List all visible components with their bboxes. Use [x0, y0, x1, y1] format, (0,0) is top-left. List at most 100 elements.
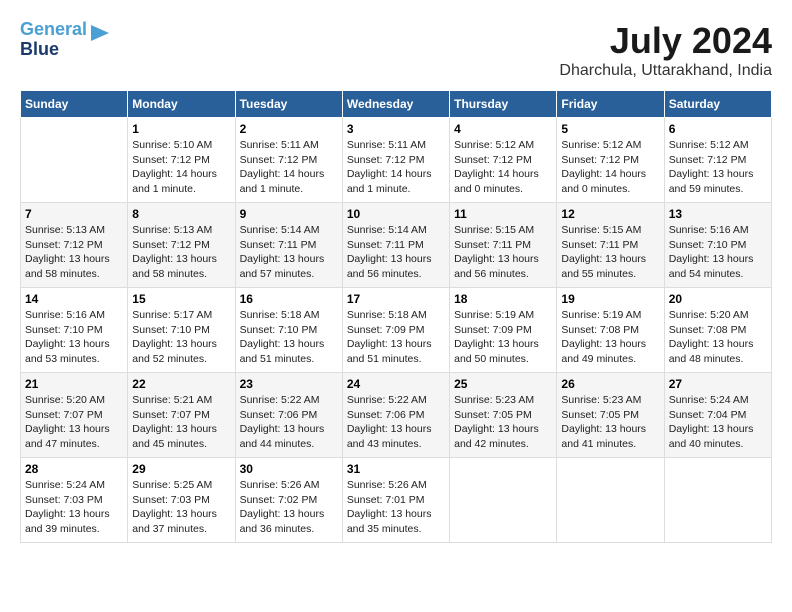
calendar-cell: 14 Sunrise: 5:16 AM Sunset: 7:10 PM Dayli… — [21, 288, 128, 373]
day-number: 31 — [347, 462, 445, 476]
calendar-week-row: 28Sunrise: 5:24 AM Sunset: 7:03 PM Dayli… — [21, 458, 772, 543]
day-number: 17 — [347, 292, 445, 306]
day-info: Sunrise: 5:14 AM Sunset: 7:11 PM Dayligh… — [347, 223, 445, 282]
day-number: 22 — [132, 377, 230, 391]
day-number: 1 — [132, 122, 230, 136]
calendar-week-row: 14 Sunrise: 5:16 AM Sunset: 7:10 PM Dayli… — [21, 288, 772, 373]
calendar-cell: 13 Sunrise: 5:16 AM Sunset: 7:10 PM Dayli… — [664, 203, 771, 288]
day-number: 21 — [25, 377, 123, 391]
calendar-cell: 26 Sunrise: 5:23 AM Sunset: 7:05 PM Dayli… — [557, 373, 664, 458]
col-header-monday: Monday — [128, 91, 235, 118]
calendar-cell: 2Sunrise: 5:11 AM Sunset: 7:12 PM Daylig… — [235, 118, 342, 203]
day-info: Sunrise: 5:13 AM Sunset: 7:12 PM Dayligh… — [25, 223, 123, 282]
day-number: 25 — [454, 377, 552, 391]
day-info: Sunrise: 5:24 AM Sunset: 7:04 PM Dayligh… — [669, 393, 767, 452]
calendar-week-row: 1 Sunrise: 5:10 AM Sunset: 7:12 PM Daylig… — [21, 118, 772, 203]
day-info: Sunrise: 5:11 AM Sunset: 7:12 PM Dayligh… — [240, 138, 338, 197]
day-info: Sunrise: 5:16 AM Sunset: 7:10 PM Dayligh… — [669, 223, 767, 282]
calendar-cell: 11 Sunrise: 5:15 AM Sunset: 7:11 PM Dayli… — [450, 203, 557, 288]
logo: GeneralBlue — [20, 20, 111, 60]
calendar-cell: 7 Sunrise: 5:13 AM Sunset: 7:12 PM Daylig… — [21, 203, 128, 288]
day-info: Sunrise: 5:21 AM Sunset: 7:07 PM Dayligh… — [132, 393, 230, 452]
day-info: Sunrise: 5:20 AM Sunset: 7:07 PM Dayligh… — [25, 393, 123, 452]
calendar-cell: 28Sunrise: 5:24 AM Sunset: 7:03 PM Dayli… — [21, 458, 128, 543]
day-number: 3 — [347, 122, 445, 136]
day-info: Sunrise: 5:15 AM Sunset: 7:11 PM Dayligh… — [561, 223, 659, 282]
day-info: Sunrise: 5:22 AM Sunset: 7:06 PM Dayligh… — [240, 393, 338, 452]
calendar-cell: 21 Sunrise: 5:20 AM Sunset: 7:07 PM Dayli… — [21, 373, 128, 458]
calendar-week-row: 7 Sunrise: 5:13 AM Sunset: 7:12 PM Daylig… — [21, 203, 772, 288]
month-title: July 2024 — [559, 20, 772, 62]
day-number: 16 — [240, 292, 338, 306]
calendar-cell: 5Sunrise: 5:12 AM Sunset: 7:12 PM Daylig… — [557, 118, 664, 203]
calendar-cell: 18 Sunrise: 5:19 AM Sunset: 7:09 PM Dayli… — [450, 288, 557, 373]
day-number: 18 — [454, 292, 552, 306]
logo-arrow-icon — [91, 23, 111, 43]
calendar-cell: 22 Sunrise: 5:21 AM Sunset: 7:07 PM Dayli… — [128, 373, 235, 458]
day-number: 14 — [25, 292, 123, 306]
day-number: 28 — [25, 462, 123, 476]
day-number: 23 — [240, 377, 338, 391]
calendar-cell: 3Sunrise: 5:11 AM Sunset: 7:12 PM Daylig… — [342, 118, 449, 203]
calendar-cell: 19Sunrise: 5:19 AM Sunset: 7:08 PM Dayli… — [557, 288, 664, 373]
day-info: Sunrise: 5:18 AM Sunset: 7:09 PM Dayligh… — [347, 308, 445, 367]
calendar-cell: 1 Sunrise: 5:10 AM Sunset: 7:12 PM Daylig… — [128, 118, 235, 203]
title-block: July 2024 Dharchula, Uttarakhand, India — [559, 20, 772, 80]
calendar-header-row: SundayMondayTuesdayWednesdayThursdayFrid… — [21, 91, 772, 118]
day-info: Sunrise: 5:18 AM Sunset: 7:10 PM Dayligh… — [240, 308, 338, 367]
calendar-cell: 25 Sunrise: 5:23 AM Sunset: 7:05 PM Dayli… — [450, 373, 557, 458]
day-number: 24 — [347, 377, 445, 391]
day-info: Sunrise: 5:16 AM Sunset: 7:10 PM Dayligh… — [25, 308, 123, 367]
day-number: 13 — [669, 207, 767, 221]
calendar-cell: 29 Sunrise: 5:25 AM Sunset: 7:03 PM Dayli… — [128, 458, 235, 543]
day-number: 19 — [561, 292, 659, 306]
day-info: Sunrise: 5:10 AM Sunset: 7:12 PM Dayligh… — [132, 138, 230, 197]
col-header-saturday: Saturday — [664, 91, 771, 118]
day-number: 15 — [132, 292, 230, 306]
day-info: Sunrise: 5:12 AM Sunset: 7:12 PM Dayligh… — [454, 138, 552, 197]
calendar-cell: 10 Sunrise: 5:14 AM Sunset: 7:11 PM Dayli… — [342, 203, 449, 288]
day-number: 27 — [669, 377, 767, 391]
calendar-cell: 30 Sunrise: 5:26 AM Sunset: 7:02 PM Dayli… — [235, 458, 342, 543]
calendar-cell — [450, 458, 557, 543]
day-info: Sunrise: 5:22 AM Sunset: 7:06 PM Dayligh… — [347, 393, 445, 452]
day-info: Sunrise: 5:12 AM Sunset: 7:12 PM Dayligh… — [561, 138, 659, 197]
calendar-week-row: 21 Sunrise: 5:20 AM Sunset: 7:07 PM Dayli… — [21, 373, 772, 458]
col-header-tuesday: Tuesday — [235, 91, 342, 118]
day-number: 10 — [347, 207, 445, 221]
day-number: 11 — [454, 207, 552, 221]
day-info: Sunrise: 5:23 AM Sunset: 7:05 PM Dayligh… — [454, 393, 552, 452]
calendar-cell: 27 Sunrise: 5:24 AM Sunset: 7:04 PM Dayli… — [664, 373, 771, 458]
location-title: Dharchula, Uttarakhand, India — [559, 62, 772, 80]
calendar-cell: 20Sunrise: 5:20 AM Sunset: 7:08 PM Dayli… — [664, 288, 771, 373]
day-info: Sunrise: 5:15 AM Sunset: 7:11 PM Dayligh… — [454, 223, 552, 282]
day-number: 20 — [669, 292, 767, 306]
calendar-cell — [21, 118, 128, 203]
day-info: Sunrise: 5:23 AM Sunset: 7:05 PM Dayligh… — [561, 393, 659, 452]
calendar-cell: 24 Sunrise: 5:22 AM Sunset: 7:06 PM Dayli… — [342, 373, 449, 458]
day-info: Sunrise: 5:19 AM Sunset: 7:09 PM Dayligh… — [454, 308, 552, 367]
calendar-cell: 9Sunrise: 5:14 AM Sunset: 7:11 PM Daylig… — [235, 203, 342, 288]
calendar-cell — [557, 458, 664, 543]
day-number: 26 — [561, 377, 659, 391]
day-number: 6 — [669, 122, 767, 136]
calendar-cell: 23 Sunrise: 5:22 AM Sunset: 7:06 PM Dayli… — [235, 373, 342, 458]
calendar-cell: 16 Sunrise: 5:18 AM Sunset: 7:10 PM Dayli… — [235, 288, 342, 373]
day-number: 12 — [561, 207, 659, 221]
day-number: 29 — [132, 462, 230, 476]
day-number: 4 — [454, 122, 552, 136]
day-info: Sunrise: 5:26 AM Sunset: 7:01 PM Dayligh… — [347, 478, 445, 537]
calendar-cell: 31 Sunrise: 5:26 AM Sunset: 7:01 PM Dayli… — [342, 458, 449, 543]
col-header-sunday: Sunday — [21, 91, 128, 118]
calendar-table: SundayMondayTuesdayWednesdayThursdayFrid… — [20, 90, 772, 543]
day-number: 7 — [25, 207, 123, 221]
col-header-friday: Friday — [557, 91, 664, 118]
calendar-cell: 6Sunrise: 5:12 AM Sunset: 7:12 PM Daylig… — [664, 118, 771, 203]
col-header-wednesday: Wednesday — [342, 91, 449, 118]
day-info: Sunrise: 5:26 AM Sunset: 7:02 PM Dayligh… — [240, 478, 338, 537]
day-number: 30 — [240, 462, 338, 476]
day-info: Sunrise: 5:25 AM Sunset: 7:03 PM Dayligh… — [132, 478, 230, 537]
day-info: Sunrise: 5:14 AM Sunset: 7:11 PM Dayligh… — [240, 223, 338, 282]
logo-text: GeneralBlue — [20, 20, 87, 60]
day-info: Sunrise: 5:17 AM Sunset: 7:10 PM Dayligh… — [132, 308, 230, 367]
